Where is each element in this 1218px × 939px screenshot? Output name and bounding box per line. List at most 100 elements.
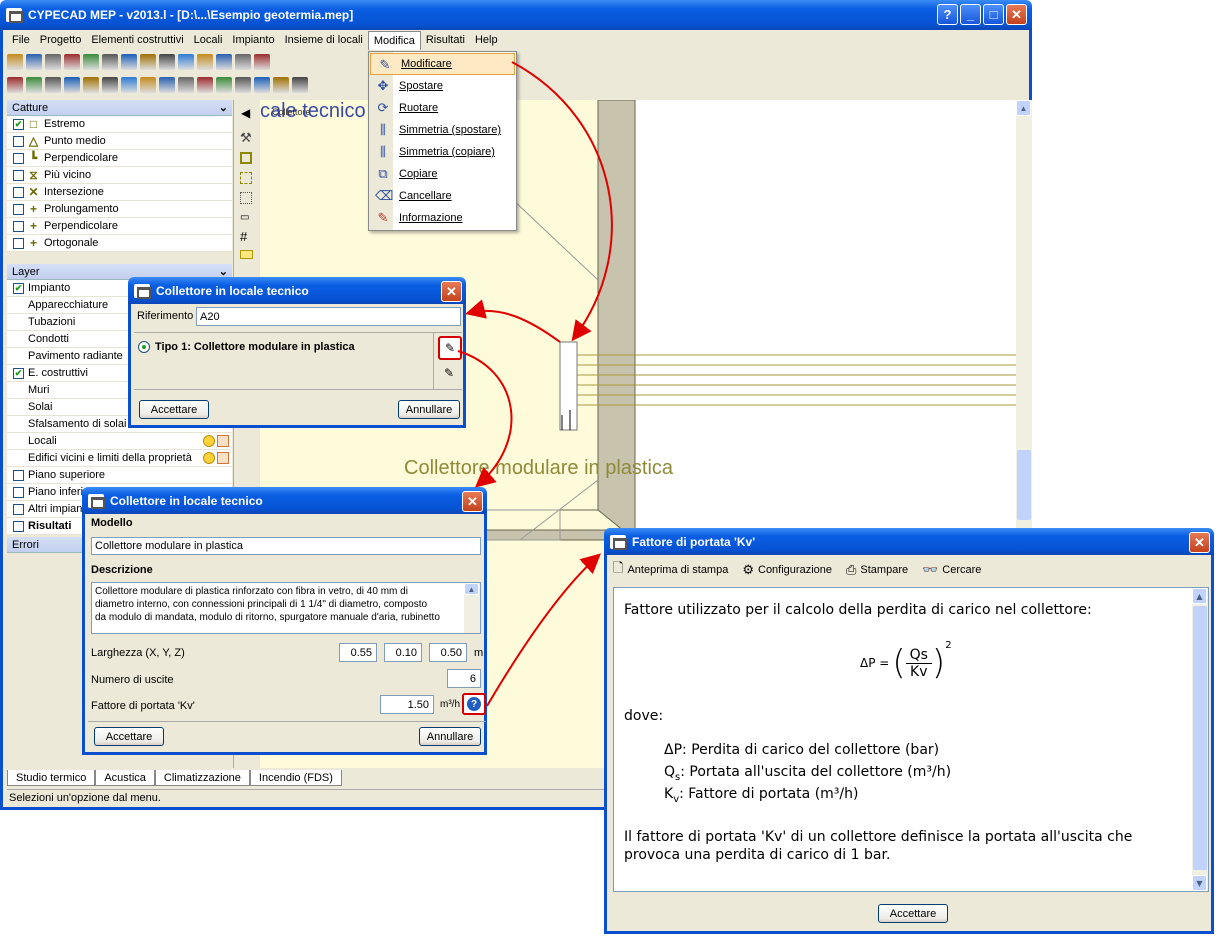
toolbar-tool-icon[interactable] (45, 53, 61, 70)
help-close-button[interactable]: ✕ (1189, 532, 1210, 553)
dialog2-ok-button[interactable]: Accettare (94, 727, 164, 746)
tab-acustica[interactable]: Acustica (95, 770, 155, 786)
menu-modifica[interactable]: Modifica (367, 30, 421, 50)
descrizione-textarea[interactable]: Collettore modulare di plastica rinforza… (91, 582, 481, 634)
print-button[interactable]: Stampare (860, 564, 908, 576)
catture-item[interactable]: ┗ Perpendicolare (7, 150, 232, 167)
help-vscrollbar[interactable]: ▲ ▼ (1192, 588, 1208, 891)
toolbar-tool-icon[interactable] (178, 53, 194, 70)
checkbox[interactable] (13, 152, 24, 164)
toolbar-tool-icon[interactable] (140, 76, 156, 93)
larghezza-z-input[interactable]: 0.50 (429, 643, 467, 662)
menu-progetto[interactable]: Progetto (35, 31, 87, 49)
layer-item[interactable]: Edifici vicini e limiti della proprietà (7, 450, 232, 467)
grid-icon[interactable]: # (240, 229, 259, 244)
checkbox[interactable] (13, 520, 24, 532)
kv-help-button[interactable]: ? (462, 693, 486, 715)
toolbar-tool-icon[interactable] (140, 53, 156, 70)
maximize-button[interactable]: □ (983, 4, 1004, 25)
catture-item[interactable]: + Ortogonale (7, 235, 232, 252)
checkbox[interactable] (13, 186, 24, 198)
checkbox[interactable]: ✔ (13, 367, 24, 379)
pencil-icon[interactable]: ✎ (441, 366, 457, 382)
collector-symbol[interactable] (559, 341, 578, 431)
catture-item[interactable]: ✔ □ Estremo (7, 116, 232, 133)
checkbox[interactable] (13, 237, 24, 249)
help-ok-button[interactable]: Accettare (878, 904, 948, 923)
menu-item-ruotare[interactable]: ⟳ Ruotare (369, 97, 516, 119)
checkbox[interactable]: ✔ (13, 282, 24, 294)
toolbar-tool-icon[interactable] (178, 76, 194, 93)
toolbar-tool-icon[interactable] (159, 76, 175, 93)
toolbar-tool-icon[interactable] (102, 53, 118, 70)
layer-item[interactable]: Locali (7, 433, 232, 450)
catture-item[interactable]: △ Punto medio (7, 133, 232, 150)
checkbox[interactable] (13, 469, 24, 481)
close-button[interactable]: ✕ (1006, 4, 1027, 25)
bulb-icon[interactable] (203, 435, 215, 447)
collapse-icon[interactable]: ⌄ (219, 101, 232, 114)
toolbar-tool-icon[interactable] (235, 76, 251, 93)
toolbar-tool-icon[interactable] (216, 53, 232, 70)
toolbar-tool-icon[interactable] (83, 76, 99, 93)
scroll-up-icon[interactable]: ▲ (464, 583, 479, 595)
toolbar-tool-icon[interactable] (254, 53, 270, 70)
square-icon[interactable] (240, 152, 252, 164)
toolbar-tool-icon[interactable] (292, 76, 308, 93)
tab-climatizzazione[interactable]: Climatizzazione (154, 770, 250, 786)
scroll-up-icon[interactable]: ▲ (1016, 100, 1031, 116)
scroll-thumb[interactable] (1017, 450, 1031, 520)
comment-icon[interactable] (240, 250, 253, 259)
toolbar-tool-icon[interactable] (45, 76, 61, 93)
toolbar-tool-icon[interactable] (121, 53, 137, 70)
grid-select-icon[interactable] (240, 192, 252, 204)
box-icon[interactable] (217, 452, 229, 464)
scroll-thumb[interactable] (1193, 606, 1207, 870)
menu-insieme-di-locali[interactable]: Insieme di locali (280, 31, 368, 49)
dialog1-ok-button[interactable]: Accettare (139, 400, 209, 419)
toolbar-tool-icon[interactable] (26, 76, 42, 93)
kv-input[interactable]: 1.50 (380, 695, 434, 714)
edit-type-button[interactable]: ✎ (438, 336, 462, 360)
layer-item[interactable]: Piano superiore (7, 467, 232, 484)
menu-item-copiare[interactable]: ⧉ Copiare (369, 163, 516, 185)
toolbar-tool-icon[interactable] (254, 76, 270, 93)
dialog2-cancel-button[interactable]: Annullare (419, 727, 481, 746)
checkbox[interactable] (13, 486, 24, 498)
checkbox[interactable] (13, 135, 24, 147)
toolbar-tool-icon[interactable] (273, 76, 289, 93)
catture-item[interactable]: + Prolungamento (7, 201, 232, 218)
toolbar-tool-icon[interactable] (7, 53, 23, 70)
checkbox[interactable] (13, 169, 24, 181)
riferimento-input[interactable]: A20 (196, 307, 461, 326)
select-icon[interactable] (240, 172, 252, 184)
print-preview-button[interactable]: Anteprima di stampa (627, 564, 728, 576)
menu-locali[interactable]: Locali (189, 31, 228, 49)
toolbar-tool-icon[interactable] (121, 76, 137, 93)
larghezza-y-input[interactable]: 0.10 (384, 643, 422, 662)
minimize-button[interactable]: _ (960, 4, 981, 25)
menu-risultati[interactable]: Risultati (421, 31, 470, 49)
menu-item-simmetria-spostare-[interactable]: ⫼ Simmetria (spostare) (369, 119, 516, 141)
menu-item-informazione[interactable]: ✎ Informazione (369, 207, 516, 229)
toolbar-tool-icon[interactable] (26, 53, 42, 70)
toolbar-tool-icon[interactable] (7, 76, 23, 93)
menu-item-cancellare[interactable]: ⌫ Cancellare (369, 185, 516, 207)
bulb-icon[interactable] (203, 452, 215, 464)
checkbox[interactable] (13, 220, 24, 232)
toolbar-tool-icon[interactable] (216, 76, 232, 93)
type-radio[interactable] (138, 341, 150, 353)
hammer-icon[interactable]: ⚒ (240, 130, 259, 146)
dialog1-cancel-button[interactable]: Annullare (398, 400, 460, 419)
catture-item[interactable]: ✕ Intersezione (7, 184, 232, 201)
catture-item[interactable]: ⧖ Più vicino (7, 167, 232, 184)
menu-help[interactable]: Help (470, 31, 503, 49)
panel-toggle-icon[interactable]: ◀ (241, 106, 259, 120)
uscite-input[interactable]: 6 (447, 669, 481, 688)
search-button[interactable]: Cercare (942, 564, 981, 576)
configuration-button[interactable]: Configurazione (758, 564, 832, 576)
scroll-down-icon[interactable]: ▼ (1192, 875, 1207, 891)
menu-item-simmetria-copiare-[interactable]: ⫼ Simmetria (copiare) (369, 141, 516, 163)
menu-elementi-costruttivi[interactable]: Elementi costruttivi (86, 31, 188, 49)
scroll-up-icon[interactable]: ▲ (1192, 588, 1207, 604)
